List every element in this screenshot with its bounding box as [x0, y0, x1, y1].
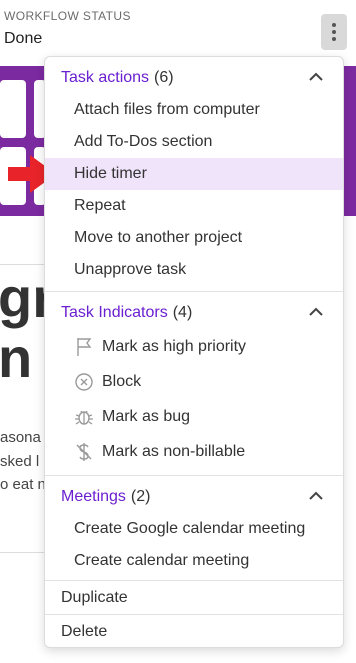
menu-item-non-billable[interactable]: Mark as non-billable	[45, 436, 343, 468]
menu-item-google-meeting[interactable]: Create Google calendar meeting	[45, 513, 343, 545]
menu-item-label: Unapprove task	[74, 261, 187, 278]
bg-text-line: o eat n	[0, 476, 46, 493]
bg-text-line: sked l	[0, 453, 40, 470]
bug-icon	[74, 407, 94, 427]
section-title: Task Indicators	[61, 304, 168, 321]
chevron-up-icon[interactable]	[309, 307, 323, 317]
menu-item-label: Move to another project	[74, 229, 243, 246]
section-header-meetings[interactable]: Meetings (2)	[45, 481, 343, 513]
bg-text-line: asona	[0, 429, 41, 446]
menu-item-attach-files[interactable]: Attach files from computer	[45, 94, 343, 126]
menu-item-hide-timer[interactable]: Hide timer	[45, 158, 343, 190]
menu-item-label: Repeat	[74, 197, 126, 214]
menu-item-calendar-meeting[interactable]: Create calendar meeting	[45, 545, 343, 577]
menu-item-mark-bug[interactable]: Mark as bug	[45, 401, 343, 433]
bg-heading-fragment: n	[0, 326, 33, 389]
menu-item-duplicate[interactable]: Duplicate	[45, 581, 343, 615]
menu-item-label: Block	[102, 373, 142, 390]
more-options-button[interactable]	[321, 14, 347, 50]
section-count: (6)	[154, 69, 174, 86]
section-count: (4)	[172, 304, 193, 321]
non-billable-icon	[74, 442, 94, 462]
workflow-status-label: WORKFLOW STATUS	[4, 9, 131, 23]
block-icon	[74, 372, 94, 392]
menu-item-high-priority[interactable]: Mark as high priority	[45, 331, 343, 363]
menu-item-repeat[interactable]: Repeat	[45, 190, 343, 222]
section-header-task-actions[interactable]: Task actions (6)	[45, 62, 343, 94]
menu-item-move-project[interactable]: Move to another project	[45, 222, 343, 254]
flag-icon	[74, 337, 94, 357]
menu-item-label: Delete	[61, 623, 108, 640]
bg-divider	[0, 264, 44, 265]
dot-icon	[332, 37, 336, 41]
dot-icon	[332, 30, 336, 34]
section-count: (2)	[130, 488, 151, 505]
task-options-menu: Task actions (6) Attach files from compu…	[44, 56, 344, 648]
section-title: Task actions	[61, 69, 150, 86]
dot-icon	[332, 23, 336, 27]
menu-separator	[45, 291, 343, 292]
chevron-up-icon[interactable]	[309, 491, 323, 501]
menu-item-label: Duplicate	[61, 589, 128, 606]
menu-item-label: Hide timer	[74, 165, 147, 182]
menu-item-delete[interactable]: Delete	[45, 615, 343, 647]
section-header-task-indicators[interactable]: Task Indicators (4)	[45, 297, 343, 329]
workflow-status-value[interactable]: Done	[4, 30, 42, 48]
bg-divider	[0, 552, 44, 553]
menu-item-label: Mark as bug	[102, 408, 191, 425]
menu-separator	[45, 475, 343, 476]
band-tile	[0, 80, 26, 138]
menu-item-label: Mark as non-billable	[102, 443, 246, 460]
section-title: Meetings	[61, 488, 126, 505]
menu-item-label: Attach files from computer	[74, 101, 260, 118]
menu-item-label: Create Google calendar meeting	[74, 520, 306, 537]
menu-item-label: Add To-Dos section	[74, 133, 213, 150]
menu-item-unapprove[interactable]: Unapprove task	[45, 254, 343, 286]
menu-item-block[interactable]: Block	[45, 366, 343, 398]
menu-item-label: Mark as high priority	[102, 338, 247, 355]
menu-item-label: Create calendar meeting	[74, 552, 250, 569]
chevron-up-icon[interactable]	[309, 72, 323, 82]
menu-item-add-todos[interactable]: Add To-Dos section	[45, 126, 343, 158]
